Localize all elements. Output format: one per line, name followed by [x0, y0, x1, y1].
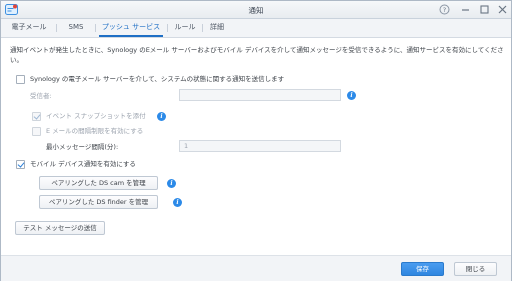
- test-message-button[interactable]: テスト メッセージの送信: [15, 221, 105, 235]
- recipient-info-icon[interactable]: i: [347, 91, 356, 100]
- ds-finder-info-icon[interactable]: i: [173, 198, 182, 207]
- notification-window: 通知 ? 電子メール SMS プッシュ サービス ルール 詳細 通知イベントが発…: [0, 0, 512, 281]
- description-text: 通知イベントが発生したときに、Synology のEメール サーバーおよびモバイ…: [10, 46, 504, 64]
- maximize-button[interactable]: [479, 4, 490, 15]
- close-button[interactable]: 閉じる: [454, 262, 497, 276]
- tab-bar: 電子メール SMS プッシュ サービス ルール 詳細: [1, 19, 511, 38]
- attach-snapshot-checkbox[interactable]: [32, 112, 41, 121]
- tab-divider: [167, 24, 168, 32]
- tab-divider: [95, 24, 96, 32]
- close-icon: [498, 5, 507, 14]
- help-icon: ?: [439, 4, 450, 15]
- email-server-label: Synology の電子メール サーバーを介して、システムの状態に関する通知を送…: [30, 75, 285, 83]
- mobile-notify-checkbox[interactable]: [16, 160, 25, 169]
- maximize-icon: [480, 5, 489, 14]
- footer-bar: 保存 閉じる: [1, 255, 511, 281]
- minimize-icon: [462, 9, 469, 11]
- minimize-button[interactable]: [460, 4, 471, 15]
- help-button[interactable]: ?: [439, 4, 450, 15]
- manage-ds-cam-button[interactable]: ペアリングした DS cam を管理: [39, 176, 158, 190]
- tab-push-service[interactable]: プッシュ サービス: [99, 19, 163, 37]
- recipient-input[interactable]: [179, 89, 341, 101]
- mobile-notify-label: モバイル デバイス通知を有効にする: [30, 160, 136, 168]
- close-window-button[interactable]: [497, 4, 508, 15]
- attach-snapshot-label: イベント スナップショットを添付: [46, 112, 146, 120]
- ds-cam-info-icon[interactable]: i: [167, 179, 176, 188]
- tab-divider: [202, 24, 203, 32]
- snapshot-info-icon[interactable]: i: [157, 112, 166, 121]
- manage-ds-finder-button[interactable]: ペアリングした DS finder を管理: [39, 195, 158, 209]
- tab-advanced[interactable]: 詳細: [206, 19, 228, 37]
- min-interval-input[interactable]: 1: [179, 140, 341, 152]
- recipient-label: 受信者:: [30, 92, 52, 100]
- email-interval-checkbox[interactable]: [32, 127, 41, 136]
- title-bar: 通知 ?: [1, 1, 511, 19]
- tab-sms[interactable]: SMS: [61, 19, 91, 37]
- tab-email[interactable]: 電子メール: [5, 19, 53, 37]
- email-interval-label: E メールの間隔制限を有効にする: [46, 127, 144, 135]
- svg-text:?: ?: [443, 6, 446, 14]
- min-interval-label: 最小メッセージ間隔(分):: [46, 143, 119, 151]
- tab-rules[interactable]: ルール: [171, 19, 199, 37]
- email-server-checkbox[interactable]: [16, 75, 25, 84]
- tab-divider: [56, 24, 57, 32]
- save-button[interactable]: 保存: [401, 262, 444, 276]
- window-title: 通知: [248, 6, 264, 15]
